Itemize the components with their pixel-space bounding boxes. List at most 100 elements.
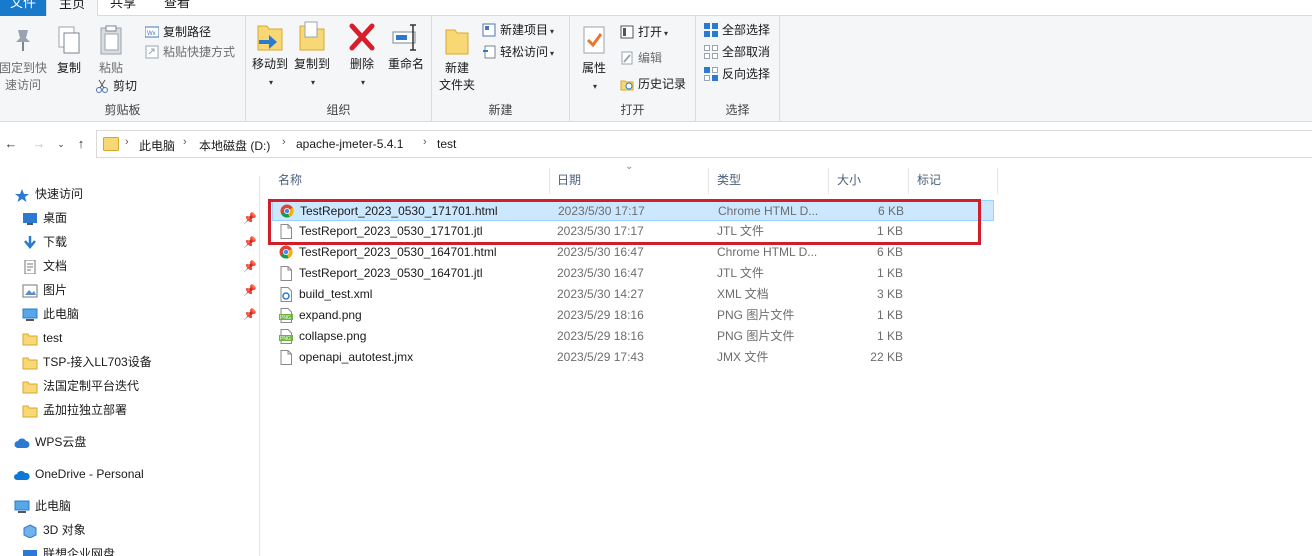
new-item-label: 新建项目 [500, 23, 549, 37]
breadcrumb-drive-d[interactable]: 本地磁盘 (D:) [199, 137, 270, 154]
copy-path-button[interactable]: Wx 复制路径 [144, 22, 212, 42]
tab-file[interactable]: 文件 [0, 0, 46, 16]
up-button[interactable]: ↑ [72, 134, 90, 154]
open-button[interactable]: 打开 ▾ [620, 22, 668, 42]
chevron-right-icon: › [423, 136, 427, 148]
tab-home[interactable]: 主页 [46, 0, 98, 17]
group-label-clipboard: 剪贴板 [104, 103, 141, 117]
breadcrumb-this-pc[interactable]: 此电脑 [139, 137, 175, 154]
tab-view[interactable]: 查看 [158, 0, 196, 16]
history-button[interactable]: 历史记录 [620, 74, 686, 94]
column-header-row: 名称 日期 类型 大小 标记 [272, 168, 1002, 194]
paste-label: 粘贴 [98, 61, 123, 75]
rename-button[interactable]: 重命名 [384, 20, 428, 73]
paste-shortcut-label: 粘贴快捷方式 [163, 45, 236, 59]
column-header-name[interactable]: 名称 [272, 168, 550, 194]
file-size: 1 KB [876, 329, 903, 343]
folder-icon [22, 331, 38, 346]
new-item-button[interactable]: 新建项目 ▾ [482, 20, 554, 40]
cut-label: 剪切 [113, 79, 138, 93]
edit-icon [620, 51, 634, 65]
column-header-date[interactable]: 日期 [551, 168, 709, 194]
chrome-icon [279, 245, 293, 260]
nav-label: 此电脑 [43, 307, 80, 321]
invert-selection-button[interactable]: 反向选择 [704, 64, 770, 84]
file-row[interactable]: openapi_autotest.jmx 2023/5/29 17:43 JMX… [272, 347, 994, 368]
nav-label: WPS云盘 [35, 435, 87, 449]
back-button[interactable]: ← [2, 134, 20, 154]
navigation-pane: 快速访问 桌面 📌 下载 📌 文档 📌 图片 📌 此电脑 📌 test TSP-… [0, 176, 260, 556]
paste-button[interactable]: 粘贴 [94, 24, 128, 77]
file-type: JTL 文件 [717, 266, 764, 280]
delete-button[interactable]: 删除 ▾ [344, 20, 380, 91]
breadcrumb-test[interactable]: test [437, 137, 456, 151]
file-type: Chrome HTML D... [717, 245, 818, 259]
file-size: 22 KB [870, 350, 903, 364]
file-row[interactable]: TestReport_2023_0530_164701.jtl 2023/5/3… [272, 263, 994, 284]
easy-access-button[interactable]: 轻松访问 ▾ [482, 42, 554, 62]
new-folder-icon [442, 24, 472, 58]
group-label-select: 选择 [725, 103, 750, 117]
paste-shortcut-icon [145, 45, 159, 59]
nav-label: 快速访问 [35, 187, 84, 201]
recent-locations-button[interactable]: ⌄ [52, 134, 70, 154]
png-icon: PNG [279, 329, 293, 344]
properties-button[interactable]: 属性 ▾ [578, 24, 610, 95]
nav-label: 图片 [43, 283, 68, 297]
file-row[interactable]: build_test.xml 2023/5/30 14:27 XML 文档 3 … [272, 284, 994, 305]
move-to-label: 移动到 [251, 57, 288, 71]
new-folder-button[interactable]: 新建 文件夹 [436, 24, 478, 94]
open-icon [620, 25, 634, 39]
forward-button[interactable]: → [30, 134, 48, 154]
chevron-right-icon: › [282, 136, 286, 148]
address-bar[interactable]: › 此电脑 › 本地磁盘 (D:) › apache-jmeter-5.4.1 … [96, 130, 1312, 158]
new-item-icon [482, 23, 496, 37]
copy-path-label: 复制路径 [163, 25, 212, 39]
copy-to-label: 复制到 [293, 57, 330, 71]
chevron-right-icon: › [183, 136, 187, 148]
edit-button[interactable]: 编辑 [620, 48, 662, 68]
properties-icon [579, 24, 609, 58]
tab-share[interactable]: 共享 [104, 0, 142, 16]
file-type: PNG 图片文件 [717, 329, 795, 343]
select-none-button[interactable]: 全部取消 [704, 42, 770, 62]
breadcrumb-jmeter[interactable]: apache-jmeter-5.4.1 [296, 137, 403, 151]
group-label-organize: 组织 [326, 103, 351, 117]
move-to-button[interactable]: 移动到 ▾ [250, 20, 290, 91]
pin-quick-access-button[interactable]: 固定到快 速访问 [0, 24, 50, 94]
nav-label: 桌面 [43, 211, 68, 225]
file-row[interactable]: PNG collapse.png 2023/5/29 18:16 PNG 图片文… [272, 326, 994, 347]
computer-icon [14, 499, 30, 513]
copy-to-button[interactable]: 复制到 ▾ [292, 20, 332, 91]
file-name: expand.png [299, 308, 362, 322]
invert-selection-label: 反向选择 [722, 67, 771, 81]
copy-button[interactable]: 复制 [52, 24, 86, 77]
file-name: collapse.png [299, 329, 367, 343]
nav-label: 下载 [43, 235, 68, 249]
nav-label: 孟加拉独立部署 [43, 403, 128, 417]
file-date: 2023/5/29 18:16 [557, 308, 644, 322]
copy-label: 复制 [56, 61, 81, 75]
copy-to-icon [297, 20, 327, 54]
pin-icon: 📌 [243, 285, 257, 297]
group-organize: 移动到 ▾ 复制到 ▾ 删除 ▾ 重命名 组织 [246, 16, 432, 122]
address-row: ← → ⌄ ↑ › 此电脑 › 本地磁盘 (D:) › apache-jmete… [0, 130, 1312, 158]
column-header-type[interactable]: 类型 [711, 168, 829, 194]
pin-icon [8, 24, 38, 58]
column-header-tags[interactable]: 标记 [911, 168, 998, 194]
scissors-icon [95, 79, 109, 93]
file-row[interactable]: PNG expand.png 2023/5/29 18:16 PNG 图片文件 … [272, 305, 994, 326]
file-row[interactable]: TestReport_2023_0530_164701.html 2023/5/… [272, 242, 994, 263]
folder-icon [22, 355, 38, 370]
png-icon: PNG [279, 308, 293, 323]
paste-shortcut-button[interactable]: 粘贴快捷方式 [145, 42, 235, 62]
xml-icon [279, 287, 293, 302]
select-none-label: 全部取消 [722, 45, 771, 59]
column-header-size[interactable]: 大小 [831, 168, 909, 194]
cut-button[interactable]: 剪切 [95, 76, 137, 96]
history-icon [620, 77, 634, 91]
folder-icon [22, 403, 38, 418]
easy-access-label: 轻松访问 [500, 45, 549, 59]
file-name: TestReport_2023_0530_164701.jtl [299, 266, 483, 280]
select-all-button[interactable]: 全部选择 [704, 20, 770, 40]
